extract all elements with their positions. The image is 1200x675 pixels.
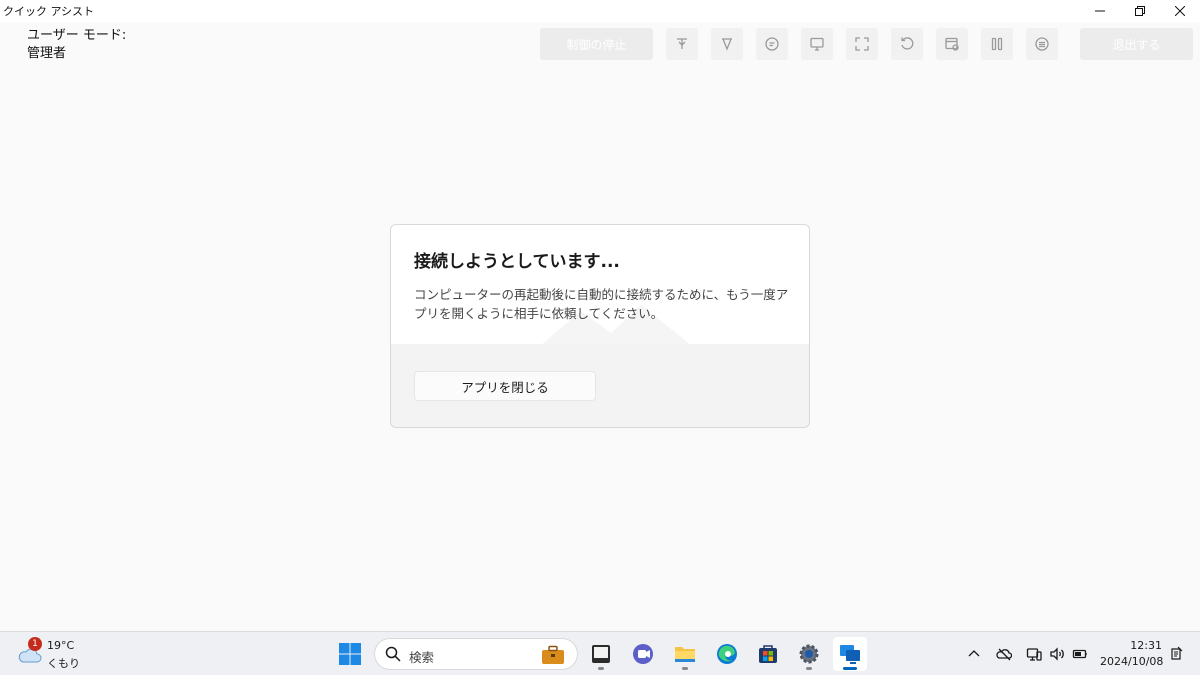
weather-temperature: 19°C	[47, 639, 75, 652]
quick-assist-icon	[840, 645, 860, 664]
settings-icon	[799, 644, 819, 664]
dialog-message: コンピューターの再起動後に自動的に接続するために、もう一度アプリを開くように相手…	[414, 287, 789, 321]
chat-button[interactable]	[756, 28, 788, 60]
notification-icon[interactable]	[1168, 645, 1184, 663]
volume-tray[interactable]	[1048, 645, 1066, 663]
pause-icon	[991, 37, 1003, 51]
work-bag-icon	[542, 645, 564, 664]
running-indicator	[806, 667, 812, 670]
running-indicator	[682, 667, 688, 670]
window-controls	[1080, 0, 1200, 22]
onedrive-icon	[996, 648, 1012, 661]
search-placeholder: 検索	[409, 650, 435, 665]
edge-icon	[717, 644, 737, 664]
chat-icon	[765, 37, 779, 51]
fullscreen-button[interactable]	[846, 28, 878, 60]
settings-app[interactable]	[792, 637, 826, 671]
laser-pointer-button[interactable]	[666, 28, 698, 60]
weather-widget[interactable]: 1 19°C くもり	[16, 637, 86, 671]
minimize-icon	[1095, 10, 1105, 12]
taskbar-search[interactable]: 検索	[374, 638, 578, 670]
terminal-app[interactable]	[584, 637, 618, 671]
dialog-header-area: 接続しようとしています... コンピューターの再起動後に自動的に接続するために、…	[391, 225, 809, 345]
file-explorer-app[interactable]	[668, 637, 702, 671]
session-toolbar: 制御の停止 退出する	[0, 28, 1200, 60]
restart-icon	[901, 37, 914, 50]
select-monitor-button[interactable]	[801, 28, 833, 60]
quick-assist-app[interactable]	[833, 637, 867, 671]
show-hidden-icons-button[interactable]	[965, 645, 983, 663]
weather-badge: 1	[28, 637, 42, 651]
device-icon	[1026, 648, 1042, 661]
task-manager-button[interactable]	[936, 28, 968, 60]
task-manager-icon	[945, 37, 959, 51]
laser-pointer-icon	[677, 38, 687, 49]
clock-date: 2024/10/08	[1100, 655, 1164, 668]
windows-start-icon	[339, 643, 361, 665]
connecting-dialog: 接続しようとしています... コンピューターの再起動後に自動的に接続するために、…	[390, 224, 810, 428]
annotate-button[interactable]	[711, 28, 743, 60]
system-clock[interactable]: 12:31 2024/10/08	[1100, 638, 1164, 670]
window-title: クイック アシスト	[3, 5, 95, 18]
active-indicator	[843, 667, 857, 670]
dialog-title: 接続しようとしています...	[414, 252, 620, 272]
fullscreen-icon	[855, 37, 869, 51]
leave-button[interactable]: 退出する	[1080, 28, 1193, 60]
onedrive-tray[interactable]	[995, 645, 1013, 663]
select-monitor-icon	[810, 37, 824, 51]
weather-condition: くもり	[47, 657, 80, 670]
close-app-button[interactable]: アプリを閉じる	[414, 371, 596, 401]
taskbar: 1 19°C くもり 検索 12:31 2024/10/08	[0, 631, 1200, 675]
minimize-button[interactable]	[1080, 0, 1120, 22]
restart-button[interactable]	[891, 28, 923, 60]
edge-app[interactable]	[710, 637, 744, 671]
teams-app[interactable]	[626, 637, 660, 671]
restore-button[interactable]	[1120, 0, 1160, 22]
close-window-button[interactable]	[1160, 0, 1200, 22]
title-bar: クイック アシスト	[0, 0, 1200, 22]
battery-tray[interactable]	[1071, 645, 1089, 663]
more-button[interactable]	[1026, 28, 1058, 60]
file-explorer-icon	[675, 647, 695, 662]
device-tray[interactable]	[1025, 645, 1043, 663]
start-button[interactable]	[333, 637, 367, 671]
battery-icon	[1072, 649, 1087, 659]
store-icon	[759, 645, 777, 663]
search-icon	[385, 646, 401, 662]
clock-time: 12:31	[1130, 639, 1162, 652]
store-app[interactable]	[751, 637, 785, 671]
annotate-icon	[722, 38, 732, 51]
pause-button[interactable]	[981, 28, 1013, 60]
close-icon	[1175, 6, 1185, 16]
teams-icon	[633, 644, 653, 664]
stop-control-button[interactable]: 制御の停止	[540, 28, 653, 60]
running-indicator	[598, 667, 604, 670]
terminal-icon	[592, 645, 610, 663]
restore-icon	[1135, 6, 1145, 16]
chevron-up-icon	[968, 650, 980, 657]
more-icon	[1035, 37, 1049, 51]
volume-icon	[1050, 647, 1064, 661]
